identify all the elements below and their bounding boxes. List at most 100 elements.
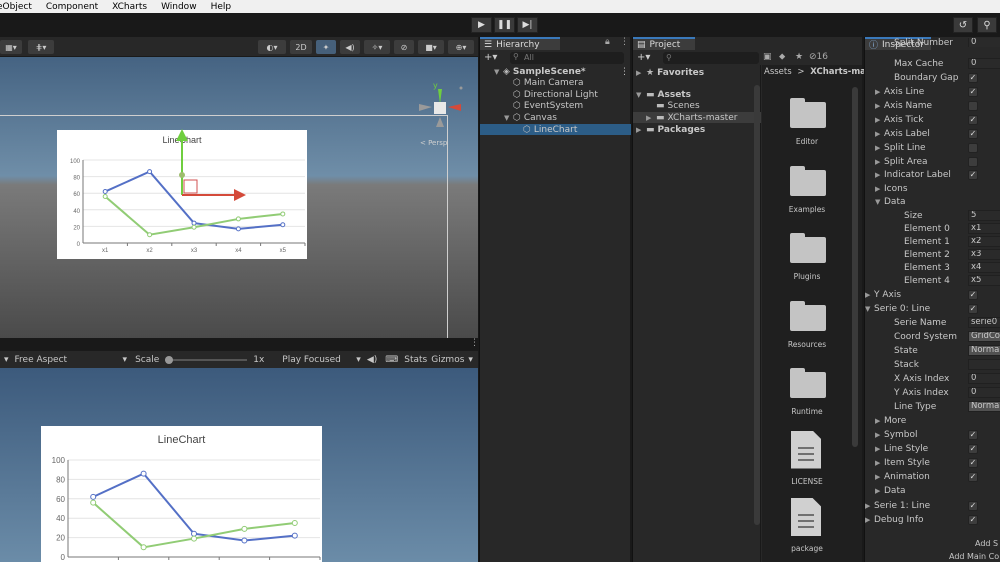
project-search-input[interactable]: ⚲ <box>663 52 759 64</box>
expand-arrow-icon[interactable]: ▼ <box>504 114 513 122</box>
asset-item[interactable]: Resources <box>762 298 852 358</box>
data-point[interactable] <box>191 224 197 230</box>
fold-open-icon[interactable]: ▼ <box>875 198 884 206</box>
asset-item[interactable]: LICENSE <box>762 430 852 493</box>
data-point[interactable] <box>191 530 197 537</box>
inspector-row[interactable]: Element 4 x5 <box>865 274 1000 287</box>
expand-arrow-icon[interactable]: ▶ <box>646 114 656 122</box>
expand-arrow-icon[interactable]: ▼ <box>636 91 646 99</box>
inspector-row[interactable]: Boundary Gap ✓ <box>865 71 1000 84</box>
toggle-checkbox[interactable]: ✓ <box>968 443 978 454</box>
step-button[interactable]: ▶| <box>517 17 538 33</box>
scene-menu-icon[interactable]: ⋮ <box>620 67 629 77</box>
data-point[interactable] <box>241 537 248 544</box>
move-gizmo[interactable] <box>170 127 260 207</box>
gizmos-scene-button[interactable]: ⊕▾ <box>448 40 474 54</box>
fold-closed-icon[interactable]: ▶ <box>875 459 884 467</box>
expand-arrow-icon[interactable]: ▼ <box>494 68 503 76</box>
toggle-checkbox[interactable]: ✓ <box>968 128 978 139</box>
favorite-icon[interactable]: ★ <box>795 52 803 62</box>
fold-closed-icon[interactable]: ▶ <box>875 185 884 193</box>
inspector-row[interactable]: ▶ Symbol ✓ <box>865 428 1000 441</box>
hierarchy-item[interactable]: ⬡ Directional Light <box>480 89 631 100</box>
hierarchy-search-input[interactable]: All <box>510 52 624 64</box>
search-button[interactable]: ⚲ <box>977 17 997 33</box>
hierarchy-item[interactable]: ⬡ EventSystem <box>480 101 631 112</box>
inspector-row[interactable]: Coord System GridCo <box>865 330 1000 343</box>
breadcrumb-xcharts[interactable]: XCharts-mas <box>810 67 871 77</box>
property-field[interactable]: x5 <box>968 275 1000 286</box>
data-point[interactable] <box>140 544 147 551</box>
data-point[interactable] <box>280 211 286 217</box>
data-point[interactable] <box>241 525 248 532</box>
project-tree-item[interactable]: ▶ ▬ Packages <box>633 124 761 135</box>
fold-closed-icon[interactable]: ▶ <box>875 487 884 495</box>
fold-closed-icon[interactable]: ▶ <box>875 431 884 439</box>
play-button[interactable]: ▶ <box>471 17 492 33</box>
data-point[interactable] <box>102 194 108 200</box>
data-point[interactable] <box>140 470 147 477</box>
inspector-row[interactable]: ▶ More <box>865 414 1000 427</box>
inspector-row[interactable]: Split Number 0 <box>865 38 1000 47</box>
inspector-row[interactable]: ▶ Icons <box>865 182 1000 195</box>
property-dropdown[interactable]: Normal <box>968 345 1000 356</box>
fold-closed-icon[interactable]: ▶ <box>875 116 884 124</box>
property-dropdown[interactable]: GridCo <box>968 331 1000 342</box>
data-point[interactable] <box>191 220 197 226</box>
project-tree-item[interactable]: ▬ Scenes <box>633 100 761 111</box>
draw-mode-button[interactable]: ▦▾ <box>0 40 22 54</box>
asset-item[interactable]: Plugins <box>762 230 852 290</box>
toggle-checkbox[interactable]: ✓ <box>968 169 978 180</box>
hidden-count[interactable]: ⊘16 <box>809 52 828 62</box>
mute-icon[interactable]: ◀) <box>367 355 377 365</box>
inspector-row[interactable]: Serie Name serie0 <box>865 316 1000 329</box>
inspector-row[interactable]: ▶ Data <box>865 484 1000 497</box>
inspector-row[interactable]: Y Axis Index 0 <box>865 386 1000 399</box>
effects-button[interactable]: ✧▾ <box>364 40 390 54</box>
inspector-row[interactable]: ▶ Debug Info ✓ <box>865 513 1000 526</box>
menu-xcharts[interactable]: XCharts <box>106 2 155 12</box>
data-point[interactable] <box>235 216 241 222</box>
game-view[interactable]: LineChart100806040200x1x2x3x4x5 <box>0 368 478 562</box>
hierarchy-item[interactable]: ▼ ◈ SampleScene* ⋮ <box>480 66 631 77</box>
toggle-checkbox[interactable]: ✓ <box>968 514 978 525</box>
property-field[interactable]: x1 <box>968 223 1000 234</box>
property-field[interactable]: 0 <box>968 373 1000 384</box>
property-dropdown[interactable]: Normal <box>968 401 1000 412</box>
project-create-button[interactable]: +▾ <box>637 52 650 63</box>
inspector-row[interactable]: ▼ Data <box>865 195 1000 208</box>
menu-gameobject[interactable]: eObject <box>0 2 40 12</box>
property-field[interactable]: 5 <box>968 210 1000 221</box>
property-field[interactable]: serie0 <box>968 317 1000 328</box>
projection-label[interactable]: < Persp <box>420 139 447 147</box>
slider-thumb[interactable] <box>165 355 174 364</box>
stats-button[interactable]: Stats <box>404 355 427 365</box>
inspector-row[interactable]: ▶ Axis Label ✓ <box>865 127 1000 140</box>
scale-slider[interactable] <box>165 355 248 365</box>
inspector-row[interactable]: ▶ Axis Line ✓ <box>865 85 1000 98</box>
inspector-row[interactable]: ▶ Axis Tick ✓ <box>865 113 1000 126</box>
fold-closed-icon[interactable]: ▶ <box>875 473 884 481</box>
menu-help[interactable]: Help <box>205 2 240 12</box>
toggle-checkbox[interactable] <box>968 142 978 153</box>
property-field[interactable]: x2 <box>968 236 1000 247</box>
data-point[interactable] <box>291 520 298 527</box>
filter-label-icon[interactable]: ⬥ <box>779 52 785 62</box>
fold-closed-icon[interactable]: ▶ <box>875 102 884 110</box>
inspector-row[interactable]: ▶ Split Area <box>865 155 1000 168</box>
toggle-checkbox[interactable]: ✓ <box>968 72 978 83</box>
pause-button[interactable]: ❚❚ <box>494 17 515 33</box>
aspect-dropdown[interactable]: Free Aspect <box>15 355 119 365</box>
property-field[interactable]: 0 <box>968 387 1000 398</box>
create-button[interactable]: +▾ <box>484 52 497 63</box>
menu-component[interactable]: Component <box>40 2 106 12</box>
fold-closed-icon[interactable]: ▶ <box>865 502 874 510</box>
add-serie-button[interactable]: Add S <box>975 539 998 548</box>
fold-open-icon[interactable]: ▼ <box>865 305 874 313</box>
fold-closed-icon[interactable]: ▶ <box>875 445 884 453</box>
lock-icon[interactable]: 🔒︎ <box>605 37 610 47</box>
inspector-row[interactable]: Element 3 x4 <box>865 261 1000 274</box>
panel-menu-icon[interactable]: ⋮ <box>620 37 629 47</box>
asset-item[interactable]: Runtime <box>762 365 852 425</box>
data-point[interactable] <box>235 226 241 232</box>
